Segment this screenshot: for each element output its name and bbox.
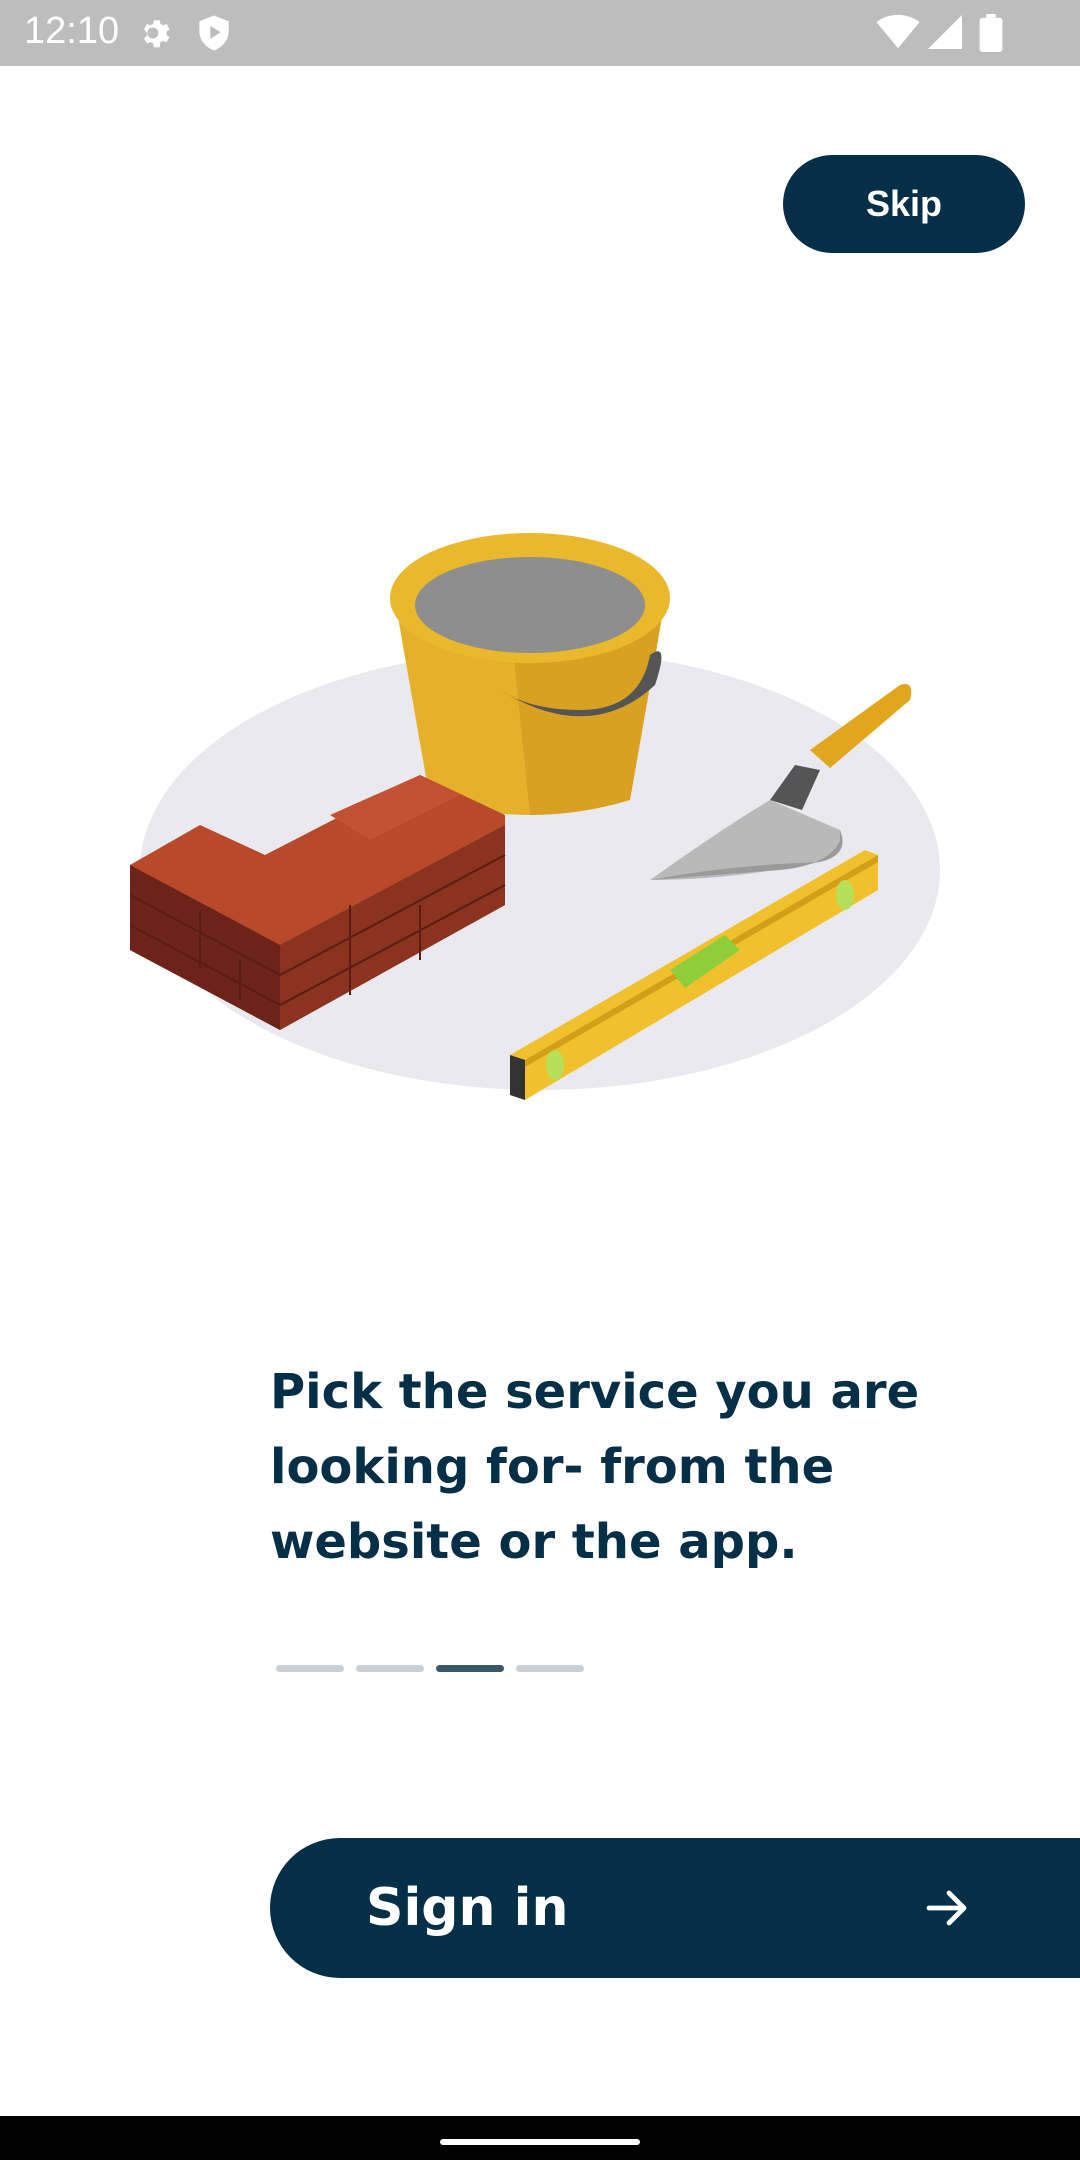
- page-dot: [276, 1665, 344, 1672]
- page-dot-active: [436, 1665, 504, 1672]
- status-time: 12:10: [24, 10, 120, 52]
- system-nav-bar: [0, 2116, 1080, 2160]
- battery-icon: [979, 14, 1003, 56]
- onboarding-headline: Pick the service you are looking for- fr…: [270, 1364, 920, 1570]
- bucket-icon: [390, 533, 670, 815]
- gear-icon: [137, 14, 175, 56]
- arrow-right-icon: [922, 1884, 972, 1936]
- page-indicator: [276, 1665, 584, 1672]
- home-handle[interactable]: [440, 2139, 640, 2145]
- onboarding-illustration: [129, 510, 950, 1114]
- page-dot: [356, 1665, 424, 1672]
- sign-in-button[interactable]: Sign in: [270, 1838, 1080, 1978]
- status-bar: 12:10: [0, 0, 1080, 66]
- signal-icon: [928, 14, 962, 54]
- sign-in-label: Sign in: [366, 1878, 569, 1938]
- skip-button[interactable]: Skip: [783, 155, 1025, 253]
- shield-play-icon: [196, 14, 232, 56]
- page-dot: [516, 1665, 584, 1672]
- wifi-icon: [876, 14, 920, 54]
- skip-label: Skip: [865, 183, 943, 224]
